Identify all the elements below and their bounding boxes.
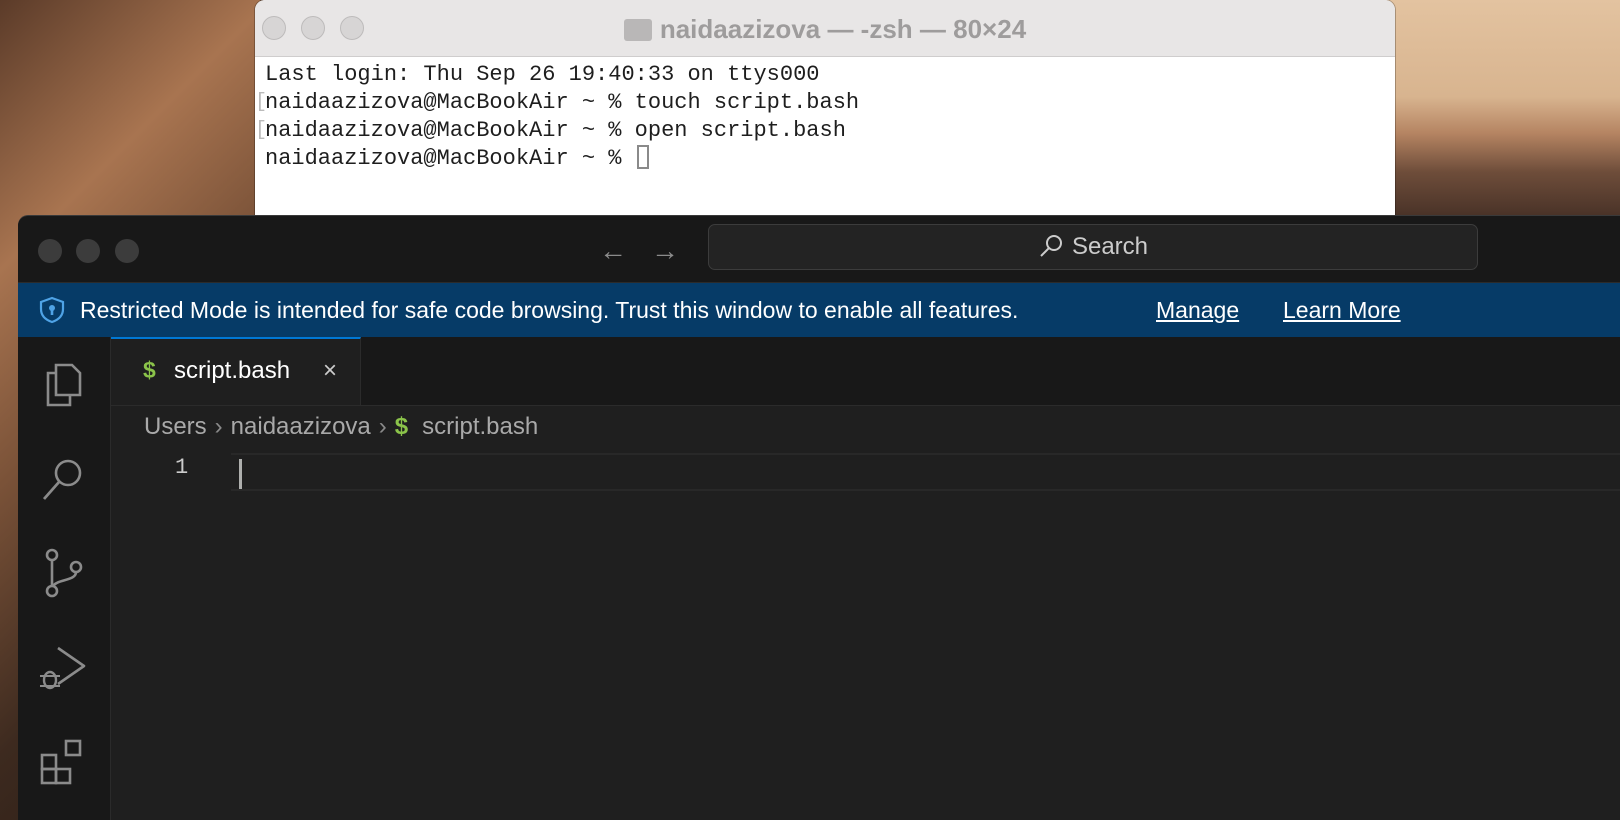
chevron-right-icon: ›	[214, 413, 223, 440]
zoom-window-button[interactable]	[115, 239, 139, 263]
shield-icon	[39, 296, 65, 324]
terminal-title-text: naidaazizova — -zsh — 80×24	[659, 14, 1027, 44]
breadcrumb-item[interactable]: Users	[144, 413, 207, 440]
terminal-prompt-line[interactable]: naidaazizova@MacBookAir ~ %	[265, 145, 1395, 173]
search-icon	[1040, 235, 1062, 257]
terminal-window[interactable]: naidaazizova — -zsh — 80×24 Last login: …	[255, 0, 1395, 215]
minimize-window-button[interactable]	[76, 239, 100, 263]
terminal-line: naidaazizova@MacBookAir ~ % touch script…	[255, 89, 1395, 117]
bash-file-icon: $	[143, 357, 156, 383]
current-line-highlight	[231, 453, 1620, 491]
terminal-output[interactable]: Last login: Thu Sep 26 19:40:33 on ttys0…	[255, 57, 1395, 173]
tab-bar: $ script.bash ×	[111, 337, 1620, 406]
folder-icon	[623, 19, 652, 41]
text-cursor	[239, 459, 242, 489]
vscode-window[interactable]: ← → Search Restricted Mode is intended f…	[18, 216, 1620, 820]
close-window-button[interactable]	[38, 239, 62, 263]
breadcrumb-item[interactable]: script.bash	[422, 413, 538, 440]
breadcrumb: Users › naidaazizova › $ script.bash	[144, 413, 544, 441]
search-icon[interactable]	[38, 453, 90, 505]
extensions-icon[interactable]	[38, 737, 90, 789]
files-icon[interactable]	[38, 359, 90, 411]
vscode-titlebar[interactable]: ← → Search	[18, 216, 1620, 283]
terminal-title: naidaazizova — -zsh — 80×24	[255, 14, 1395, 45]
banner-message: Restricted Mode is intended for safe cod…	[80, 297, 1019, 323]
close-icon[interactable]: ×	[323, 357, 337, 385]
terminal-line: naidaazizova@MacBookAir ~ % open script.…	[255, 117, 1395, 145]
forward-arrow-icon[interactable]: →	[648, 236, 682, 266]
run-debug-icon[interactable]	[38, 642, 90, 694]
editor-area[interactable]: $ script.bash × Users › naidaazizova › $ scri…	[111, 337, 1620, 820]
terminal-prompt: naidaazizova@MacBookAir ~ %	[265, 146, 635, 171]
desktop-wallpaper-right	[1380, 0, 1620, 215]
back-arrow-icon[interactable]: ←	[596, 236, 630, 266]
terminal-cursor	[636, 145, 649, 169]
learn-more-link[interactable]: Learn More	[1283, 283, 1401, 337]
tab-script-bash[interactable]: $ script.bash ×	[111, 337, 361, 405]
restricted-mode-banner: Restricted Mode is intended for safe cod…	[18, 283, 1620, 337]
breadcrumb-item[interactable]: naidaazizova	[231, 413, 371, 440]
bash-file-icon: $	[394, 413, 409, 440]
terminal-titlebar[interactable]: naidaazizova — -zsh — 80×24	[255, 0, 1395, 57]
manage-link[interactable]: Manage	[1156, 283, 1239, 337]
terminal-line: Last login: Thu Sep 26 19:40:33 on ttys0…	[265, 62, 820, 87]
tab-label: script.bash	[174, 357, 291, 384]
activity-bar	[18, 337, 111, 820]
chevron-right-icon: ›	[378, 413, 387, 440]
search-label: Search	[1071, 233, 1149, 260]
line-number: 1	[175, 455, 189, 480]
source-control-icon[interactable]	[38, 547, 90, 599]
command-center-search[interactable]: Search	[708, 224, 1478, 270]
